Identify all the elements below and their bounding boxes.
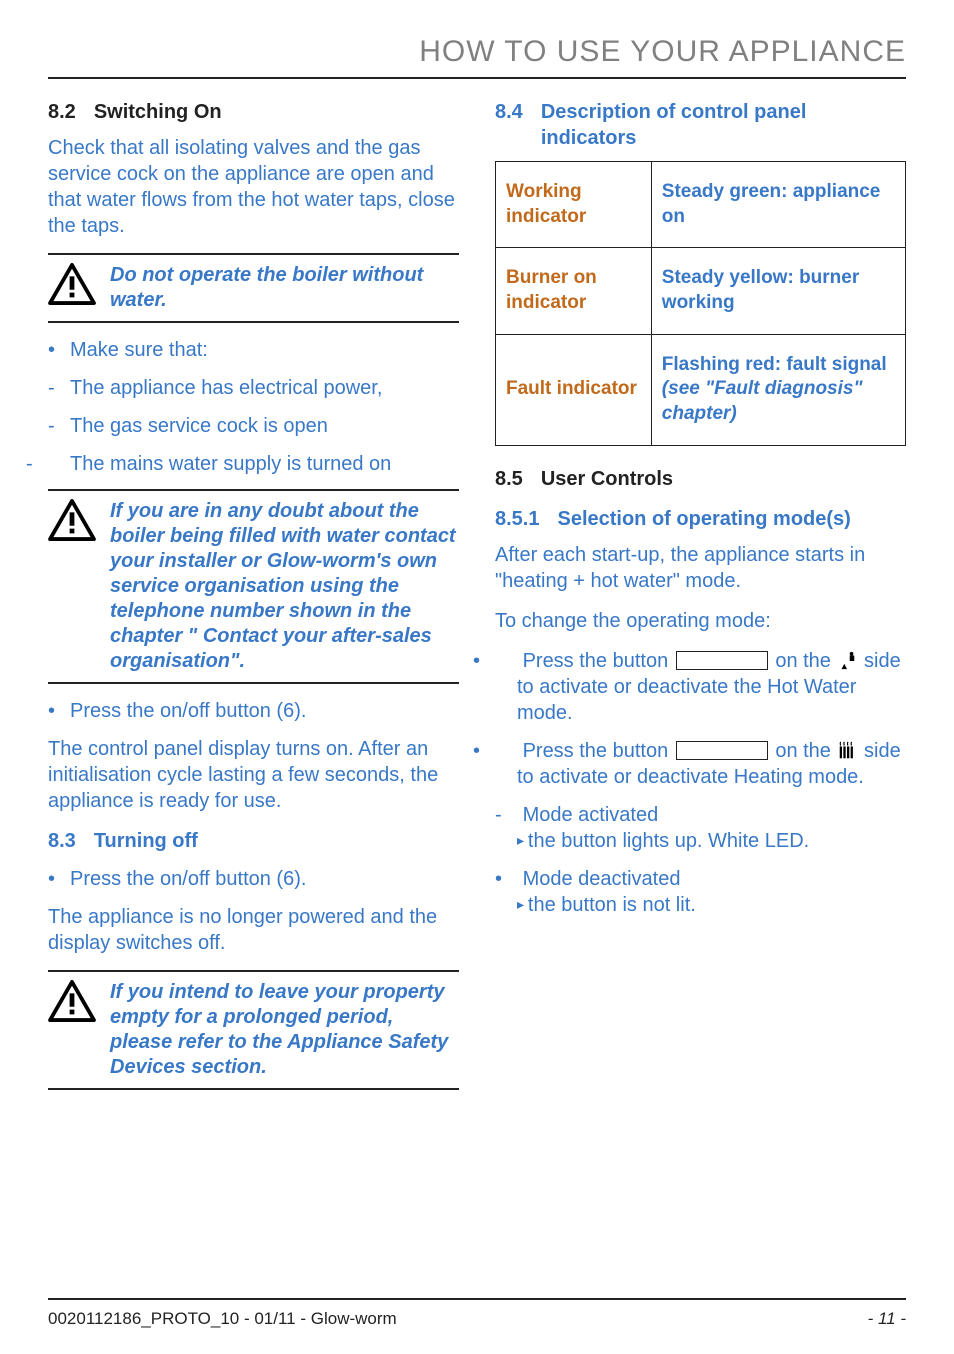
sub-item: the button lights up. White LED.: [495, 828, 906, 854]
table-cell-label: Fault indicator: [496, 334, 652, 445]
caution-text: If you intend to leave your property emp…: [110, 980, 459, 1080]
caution-box: Do not operate the boiler without water.: [48, 253, 459, 323]
list-item: Mode activated the button lights up. Whi…: [495, 802, 906, 854]
body-text: The control panel display turns on. Afte…: [48, 736, 459, 814]
checklist: Make sure that: The appliance has electr…: [48, 337, 459, 477]
heading-8-5: 8.5 User Controls: [495, 466, 906, 492]
action-list: Press the on/off button (6).: [48, 866, 459, 892]
intro-text: Check that all isolating valves and the …: [48, 135, 459, 239]
footer-page-number: - 11 -: [868, 1308, 906, 1330]
list-item: Press the button on the side to activate…: [495, 648, 906, 726]
heading-number: 8.4: [495, 99, 523, 151]
list-item: The appliance has electrical power,: [48, 375, 459, 401]
table-cell-label: Burner on indicator: [496, 248, 652, 334]
table-cell-value: Steady yellow: burner working: [651, 248, 905, 334]
caution-box: If you intend to leave your property emp…: [48, 970, 459, 1090]
body-text: The appliance is no longer powered and t…: [48, 904, 459, 956]
button-placeholder: [676, 651, 768, 670]
button-placeholder: [676, 741, 768, 760]
list-item: The mains water supply is turned on: [48, 451, 459, 477]
list-item: The gas service cock is open: [48, 413, 459, 439]
warning-icon: [48, 980, 96, 1022]
heading-title: Description of control panel indicators: [541, 99, 906, 151]
list-item: Mode deactivated the button is not lit.: [495, 866, 906, 918]
list-item: Make sure that:: [48, 337, 459, 363]
content-columns: 8.2 Switching On Check that all isolatin…: [48, 99, 906, 1298]
mode-instructions: Press the button on the side to activate…: [495, 648, 906, 918]
indicators-table: Working indicator Steady green: applianc…: [495, 161, 906, 446]
heading-number: 8.5: [495, 466, 523, 492]
list-item: Press the button on the side to activate…: [495, 738, 906, 790]
caution-text: If you are in any doubt about the boiler…: [110, 499, 459, 674]
heading-title: User Controls: [541, 466, 673, 492]
table-row: Burner on indicator Steady yellow: burne…: [496, 248, 906, 334]
left-column: 8.2 Switching On Check that all isolatin…: [48, 99, 459, 1298]
sub-item: the button is not lit.: [495, 892, 906, 918]
table-cell-value: Flashing red: fault signal (see "Fault d…: [651, 334, 905, 445]
heading-number: 8.2: [48, 99, 76, 125]
table-row: Working indicator Steady green: applianc…: [496, 162, 906, 248]
table-cell-label: Working indicator: [496, 162, 652, 248]
tap-icon: [836, 651, 858, 671]
heading-number: 8.5.1: [495, 506, 539, 532]
action-list: Press the on/off button (6).: [48, 698, 459, 724]
body-text: To change the operating mode:: [495, 608, 906, 634]
table-row: Fault indicator Flashing red: fault sign…: [496, 334, 906, 445]
radiator-icon: [836, 741, 858, 761]
body-text: After each start-up, the appliance start…: [495, 542, 906, 594]
footer-doc-id: 0020112186_PROTO_10 - 01/11 - Glow-worm: [48, 1308, 397, 1330]
warning-icon: [48, 499, 96, 541]
heading-number: 8.3: [48, 828, 76, 854]
list-item: Press the on/off button (6).: [48, 698, 459, 724]
heading-8-2: 8.2 Switching On: [48, 99, 459, 125]
heading-8-3: 8.3 Turning off: [48, 828, 459, 854]
page-footer: 0020112186_PROTO_10 - 01/11 - Glow-worm …: [48, 1298, 906, 1330]
page-header: HOW TO USE YOUR APPLIANCE: [48, 32, 906, 79]
heading-title: Switching On: [94, 99, 222, 125]
heading-8-4: 8.4 Description of control panel indicat…: [495, 99, 906, 151]
heading-8-5-1: 8.5.1 Selection of operating mode(s): [495, 506, 906, 532]
caution-text: Do not operate the boiler without water.: [110, 263, 459, 313]
caution-box: If you are in any doubt about the boiler…: [48, 489, 459, 684]
table-cell-value: Steady green: appliance on: [651, 162, 905, 248]
list-item: Press the on/off button (6).: [48, 866, 459, 892]
right-column: 8.4 Description of control panel indicat…: [495, 99, 906, 1298]
heading-title: Turning off: [94, 828, 198, 854]
warning-icon: [48, 263, 96, 305]
heading-title: Selection of operating mode(s): [557, 506, 850, 532]
